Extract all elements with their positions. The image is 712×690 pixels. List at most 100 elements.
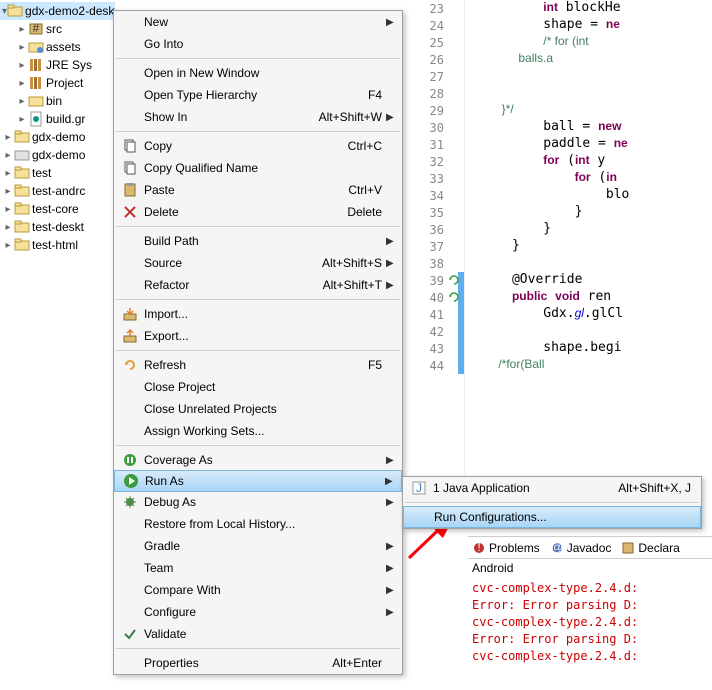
code-line[interactable]: for (in <box>465 170 712 187</box>
code-line[interactable]: } <box>465 238 712 255</box>
tree-twisty-icon[interactable]: ▸ <box>16 96 28 107</box>
tree-item[interactable]: ▸bin <box>0 92 115 110</box>
code-line[interactable]: /* for (int <box>465 34 712 51</box>
tree-twisty-icon[interactable]: ▸ <box>16 114 28 125</box>
code-line[interactable]: /*for(Ball <box>465 357 712 374</box>
menu-item-assign-working-sets[interactable]: Assign Working Sets... <box>114 420 402 442</box>
code-editor[interactable]: 2324252627282930313233343536373839404142… <box>405 0 712 475</box>
problems-panel[interactable]: !Problems@JavadocDeclara Android cvc-com… <box>468 536 712 690</box>
editor-code[interactable]: int blockHe shape = ne /* for (int balls… <box>465 0 712 475</box>
tab-declara[interactable]: Declara <box>621 541 679 555</box>
menu-item-run-as[interactable]: Run As▶ <box>114 470 402 492</box>
code-line[interactable]: paddle = ne <box>465 136 712 153</box>
code-line[interactable]: for (int y <box>465 153 712 170</box>
menu-item-configure[interactable]: Configure▶ <box>114 601 402 623</box>
menu-item-copy-qualified-name[interactable]: Copy Qualified Name <box>114 157 402 179</box>
menu-item-new[interactable]: New▶ <box>114 11 402 33</box>
line-number: 44 <box>405 357 464 374</box>
menu-item-copy[interactable]: CopyCtrl+C <box>114 135 402 157</box>
menu-item-source[interactable]: SourceAlt+Shift+S▶ <box>114 252 402 274</box>
tree-twisty-icon[interactable]: ▸ <box>16 42 28 53</box>
tree-twisty-icon[interactable]: ▸ <box>16 78 28 89</box>
code-line[interactable] <box>465 323 712 340</box>
code-line[interactable] <box>465 68 712 85</box>
code-line[interactable]: blo <box>465 187 712 204</box>
menu-item-restore-from-local-history[interactable]: Restore from Local History... <box>114 513 402 535</box>
code-line[interactable] <box>465 85 712 102</box>
project-explorer[interactable]: ▾gdx-demo2-desktop▸#src▸assets▸JRE Sys▸P… <box>0 0 115 690</box>
menu-item-gradle[interactable]: Gradle▶ <box>114 535 402 557</box>
menu-item-properties[interactable]: PropertiesAlt+Enter <box>114 652 402 674</box>
code-line[interactable]: shape.begi <box>465 340 712 357</box>
tree-item[interactable]: ▸#src <box>0 20 115 38</box>
tree-item-label: JRE Sys <box>46 58 92 72</box>
tree-item[interactable]: ▾gdx-demo2-desktop <box>0 2 115 20</box>
error-line[interactable]: cvc-complex-type.2.4.d: <box>472 581 708 598</box>
error-line[interactable]: Error: Error parsing D: <box>472 632 708 649</box>
menu-item-coverage-as[interactable]: Coverage As▶ <box>114 449 402 471</box>
tree-item[interactable]: ▸test <box>0 164 115 182</box>
code-line[interactable]: shape = ne <box>465 17 712 34</box>
tree-item[interactable]: ▸test-andrc <box>0 182 115 200</box>
menu-item-import[interactable]: Import... <box>114 303 402 325</box>
tab-javadoc[interactable]: @Javadoc <box>550 541 612 555</box>
menu-item-refactor[interactable]: RefactorAlt+Shift+T▶ <box>114 274 402 296</box>
tree-item[interactable]: ▸test-core <box>0 200 115 218</box>
code-line[interactable]: int blockHe <box>465 0 712 17</box>
submenu-item-run-configurations[interactable]: Run Configurations... <box>403 506 701 528</box>
menu-item-accel: Ctrl+V <box>348 183 386 197</box>
menu-item-close-project[interactable]: Close Project <box>114 376 402 398</box>
menu-item-accel: Alt+Enter <box>332 656 386 670</box>
menu-item-refresh[interactable]: RefreshF5 <box>114 354 402 376</box>
tree-twisty-icon[interactable]: ▸ <box>2 150 14 161</box>
code-line[interactable]: @Override <box>465 272 712 289</box>
error-line[interactable]: cvc-complex-type.2.4.d: <box>472 649 708 666</box>
submenu-item-java-application[interactable]: J1 Java ApplicationAlt+Shift+X, J <box>403 477 701 499</box>
menu-item-team[interactable]: Team▶ <box>114 557 402 579</box>
tree-item[interactable]: ▸build.gr <box>0 110 115 128</box>
tree-twisty-icon[interactable]: ▸ <box>2 168 14 179</box>
menu-item-export[interactable]: Export... <box>114 325 402 347</box>
tree-twisty-icon[interactable]: ▸ <box>2 222 14 233</box>
code-line[interactable]: balls.a <box>465 51 712 68</box>
code-line[interactable]: } <box>465 204 712 221</box>
tab-problems[interactable]: !Problems <box>472 541 540 555</box>
menu-item-open-in-new-window[interactable]: Open in New Window <box>114 62 402 84</box>
error-line[interactable]: Error: Error parsing D: <box>472 598 708 615</box>
code-line[interactable]: } <box>465 221 712 238</box>
menu-item-compare-with[interactable]: Compare With▶ <box>114 579 402 601</box>
tree-item[interactable]: ▸gdx-demo <box>0 146 115 164</box>
menu-item-debug-as[interactable]: Debug As▶ <box>114 491 402 513</box>
code-line[interactable]: public void ren <box>465 289 712 306</box>
menu-item-paste[interactable]: PasteCtrl+V <box>114 179 402 201</box>
tree-twisty-icon[interactable]: ▸ <box>2 240 14 251</box>
menu-item-close-unrelated-projects[interactable]: Close Unrelated Projects <box>114 398 402 420</box>
code-line[interactable]: }*/ <box>465 102 712 119</box>
menu-item-open-type-hierarchy[interactable]: Open Type HierarchyF4 <box>114 84 402 106</box>
tree-item[interactable]: ▸ JRE Sys <box>0 56 115 74</box>
menu-item-label: Build Path <box>140 234 382 248</box>
tree-item[interactable]: ▸gdx-demo <box>0 128 115 146</box>
problems-tabs[interactable]: !Problems @Javadoc Declara <box>468 537 712 559</box>
menu-item-validate[interactable]: Validate <box>114 623 402 645</box>
tree-item[interactable]: ▸assets <box>0 38 115 56</box>
tree-twisty-icon[interactable]: ▸ <box>16 60 28 71</box>
tree-item[interactable]: ▸test-html <box>0 236 115 254</box>
submenu-arrow-icon: ▶ <box>386 563 396 574</box>
tree-item[interactable]: ▸Project <box>0 74 115 92</box>
code-line[interactable]: ball = new <box>465 119 712 136</box>
menu-item-build-path[interactable]: Build Path▶ <box>114 230 402 252</box>
menu-item-delete[interactable]: DeleteDelete <box>114 201 402 223</box>
menu-item-label: Export... <box>140 329 382 343</box>
menu-item-go-into[interactable]: Go Into <box>114 33 402 55</box>
tree-twisty-icon[interactable]: ▸ <box>2 132 14 143</box>
tree-twisty-icon[interactable]: ▸ <box>16 24 28 35</box>
tree-twisty-icon[interactable]: ▸ <box>2 186 14 197</box>
code-line[interactable]: Gdx.gl.glCl <box>465 306 712 323</box>
error-line[interactable]: cvc-complex-type.2.4.d: <box>472 615 708 632</box>
tree-twisty-icon[interactable]: ▸ <box>2 204 14 215</box>
menu-item-label: Copy <box>140 139 348 153</box>
tree-item[interactable]: ▸test-deskt <box>0 218 115 236</box>
menu-item-show-in[interactable]: Show InAlt+Shift+W▶ <box>114 106 402 128</box>
code-line[interactable] <box>465 255 712 272</box>
